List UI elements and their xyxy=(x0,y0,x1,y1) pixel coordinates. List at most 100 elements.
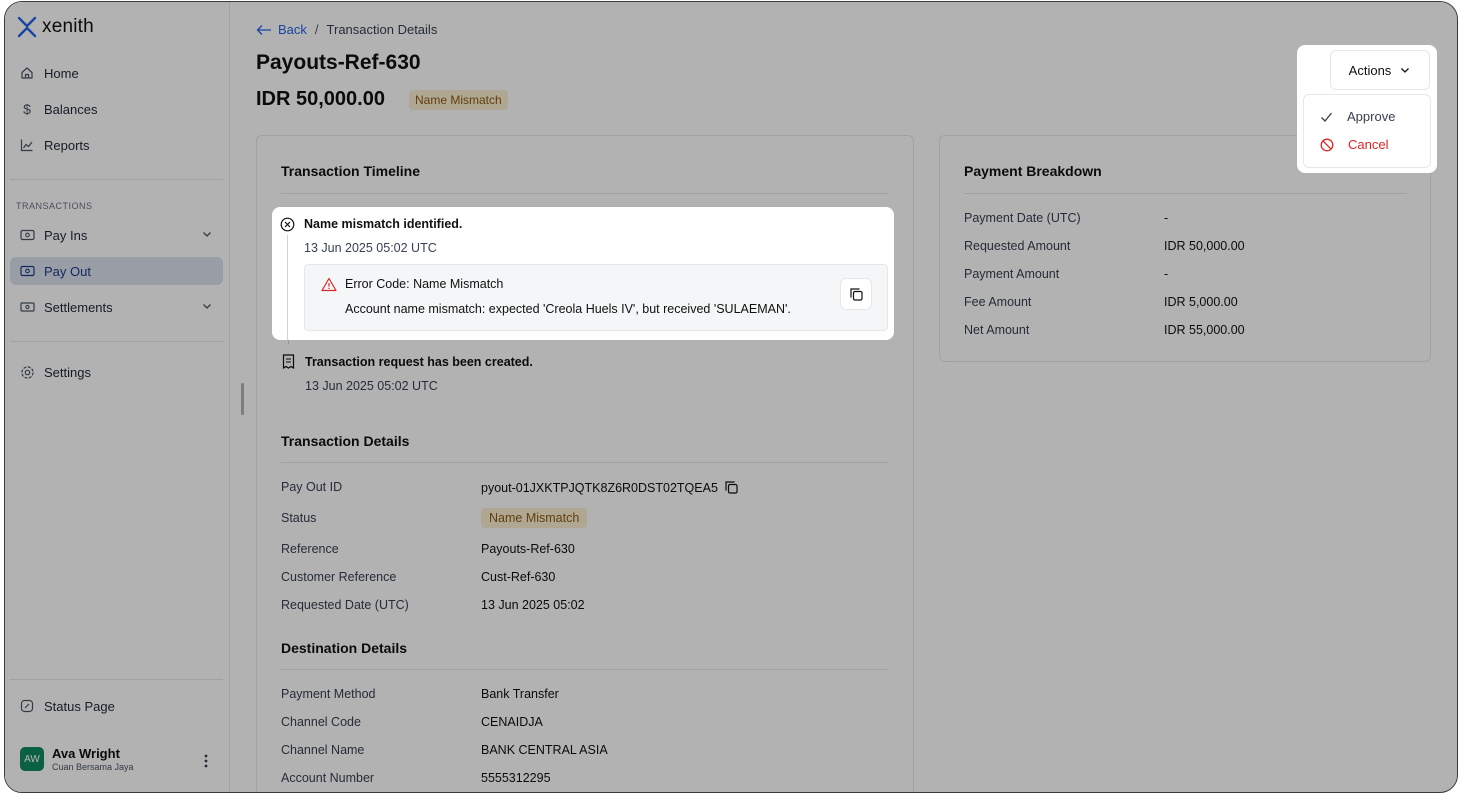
ban-icon xyxy=(1320,138,1334,151)
timeline-heading: Name mismatch identified. xyxy=(304,217,463,231)
app-name: xenith xyxy=(42,16,94,37)
actions-menu: Approve Cancel xyxy=(1303,94,1431,168)
sidebar-item-label: Home xyxy=(44,65,79,81)
wallet-in-icon xyxy=(19,227,35,243)
sidebar-item-label: Status Page xyxy=(44,698,115,714)
details-title: Transaction Details xyxy=(281,433,410,449)
arrow-left-icon xyxy=(256,24,271,35)
xenith-logo-icon xyxy=(17,16,37,38)
detail-value: 5555312295 xyxy=(481,771,551,785)
detail-value: Bank Transfer xyxy=(481,687,559,701)
sidebar-divider xyxy=(10,179,223,180)
breakdown-title: Payment Breakdown xyxy=(964,163,1102,179)
sidebar-divider xyxy=(10,679,223,680)
divider xyxy=(281,193,889,194)
chevron-down-icon[interactable] xyxy=(201,300,213,312)
detail-label: Account Number xyxy=(281,771,375,785)
timeline-title: Transaction Timeline xyxy=(281,163,421,179)
user-name: Ava Wright xyxy=(52,746,120,761)
sidebar-item-label: Settlements xyxy=(44,299,113,315)
detail-value: 13 Jun 2025 05:02 xyxy=(481,598,585,612)
logo[interactable]: xenith xyxy=(16,16,94,38)
actions-popover: Actions Approve Cancel xyxy=(1297,45,1437,173)
sidebar-divider xyxy=(10,341,223,342)
dollar-icon: $ xyxy=(23,101,31,117)
sidebar-item-reports[interactable]: Reports xyxy=(10,131,223,159)
sidebar-item-status-page[interactable]: Status Page xyxy=(10,692,223,720)
error-code: Error Code: Name Mismatch xyxy=(345,277,504,291)
sidebar-section-label: TRANSACTIONS xyxy=(16,201,93,211)
detail-value: CENAIDJA xyxy=(481,715,543,729)
sidebar-item-balances[interactable]: $ Balances xyxy=(10,95,223,123)
back-label: Back xyxy=(278,22,307,37)
copy-icon[interactable] xyxy=(724,480,739,495)
banknote-icon xyxy=(19,299,35,315)
detail-label: Payment Method xyxy=(281,687,376,701)
detail-label: Channel Name xyxy=(281,743,365,757)
sidebar-item-label: Balances xyxy=(44,101,98,117)
breakdown-value: - xyxy=(1164,211,1169,225)
detail-label: Reference xyxy=(281,542,339,556)
payout-id: pyout-01JXKTPJQTK8Z6R0DST02TQEA5 xyxy=(481,480,739,495)
sidebar-item-label: Settings xyxy=(44,364,91,380)
warning-triangle-icon xyxy=(321,277,337,292)
divider xyxy=(281,462,889,463)
gauge-icon xyxy=(19,698,35,714)
detail-value: pyout-01JXKTPJQTK8Z6R0DST02TQEA5 xyxy=(481,480,718,495)
timeline-time: 13 Jun 2025 05:02 UTC xyxy=(304,241,437,255)
transaction-amount: IDR 50,000.00 xyxy=(256,88,385,110)
receipt-icon xyxy=(282,354,295,369)
avatar: AW xyxy=(20,747,44,771)
main-content: Back / Transaction Details Payouts-Ref-6… xyxy=(231,2,1457,792)
sidebar-item-label: Pay Out xyxy=(44,263,91,279)
sidebar-item-settlements[interactable]: Settlements xyxy=(10,293,223,321)
sidebar-item-home[interactable]: Home xyxy=(10,59,223,87)
copy-error-button[interactable] xyxy=(840,278,872,310)
detail-label: Customer Reference xyxy=(281,570,397,584)
sidebar-item-label: Pay Ins xyxy=(44,227,88,243)
breakdown-label: Payment Date (UTC) xyxy=(964,211,1081,225)
divider xyxy=(964,193,1407,194)
menu-item-approve[interactable]: Approve xyxy=(1320,109,1395,124)
status-badge: Name Mismatch xyxy=(409,90,508,110)
chevron-down-icon xyxy=(1401,68,1410,73)
detail-value: BANK CENTRAL ASIA xyxy=(481,743,608,757)
menu-item-cancel[interactable]: Cancel xyxy=(1320,137,1388,152)
detail-label: Requested Date (UTC) xyxy=(281,598,409,612)
breakdown-value: - xyxy=(1164,267,1169,281)
destination-title: Destination Details xyxy=(281,640,408,656)
breadcrumb-current: Transaction Details xyxy=(326,22,438,37)
detail-value: Cust-Ref-630 xyxy=(481,570,556,584)
home-icon xyxy=(19,65,35,81)
menu-item-label: Cancel xyxy=(1348,137,1389,152)
page-title: Payouts-Ref-630 xyxy=(256,51,421,74)
app-window: xenith Home $ Balances Reports TRANSACTI… xyxy=(4,1,1458,793)
chevron-down-icon[interactable] xyxy=(201,228,213,240)
sidebar-item-pay-ins[interactable]: Pay Ins xyxy=(10,221,223,249)
divider xyxy=(281,669,889,670)
sidebar-item-label: Reports xyxy=(44,137,90,153)
error-message: Account name mismatch: expected 'Creola … xyxy=(345,302,791,316)
status-badge: Name Mismatch xyxy=(481,508,588,528)
chart-icon xyxy=(19,137,35,153)
actions-button[interactable]: Actions xyxy=(1330,50,1430,90)
breadcrumb-separator: / xyxy=(314,22,319,37)
more-vertical-icon[interactable] xyxy=(203,753,209,769)
x-circle-icon xyxy=(280,217,295,232)
detail-label: Channel Code xyxy=(281,715,361,729)
sidebar-item-settings[interactable]: Settings xyxy=(10,358,223,386)
detail-label: Status xyxy=(281,511,317,525)
highlighted-timeline-item: Name mismatch identified. 13 Jun 2025 05… xyxy=(272,207,894,340)
breakdown-label: Net Amount xyxy=(964,323,1030,337)
user-profile[interactable]: AW Ava Wright Cuan Bersama Jaya xyxy=(20,746,134,772)
gear-icon xyxy=(19,364,35,380)
timeline-time: 13 Jun 2025 05:02 UTC xyxy=(305,379,438,393)
detail-value: Payouts-Ref-630 xyxy=(481,542,575,556)
breakdown-label: Requested Amount xyxy=(964,239,1071,253)
check-icon xyxy=(1321,112,1333,122)
back-link[interactable]: Back xyxy=(256,22,307,37)
breakdown-value: IDR 50,000.00 xyxy=(1164,239,1245,253)
copy-icon xyxy=(849,287,863,301)
breadcrumb: Back / Transaction Details xyxy=(256,22,437,37)
sidebar-item-pay-out[interactable]: Pay Out xyxy=(10,257,223,285)
